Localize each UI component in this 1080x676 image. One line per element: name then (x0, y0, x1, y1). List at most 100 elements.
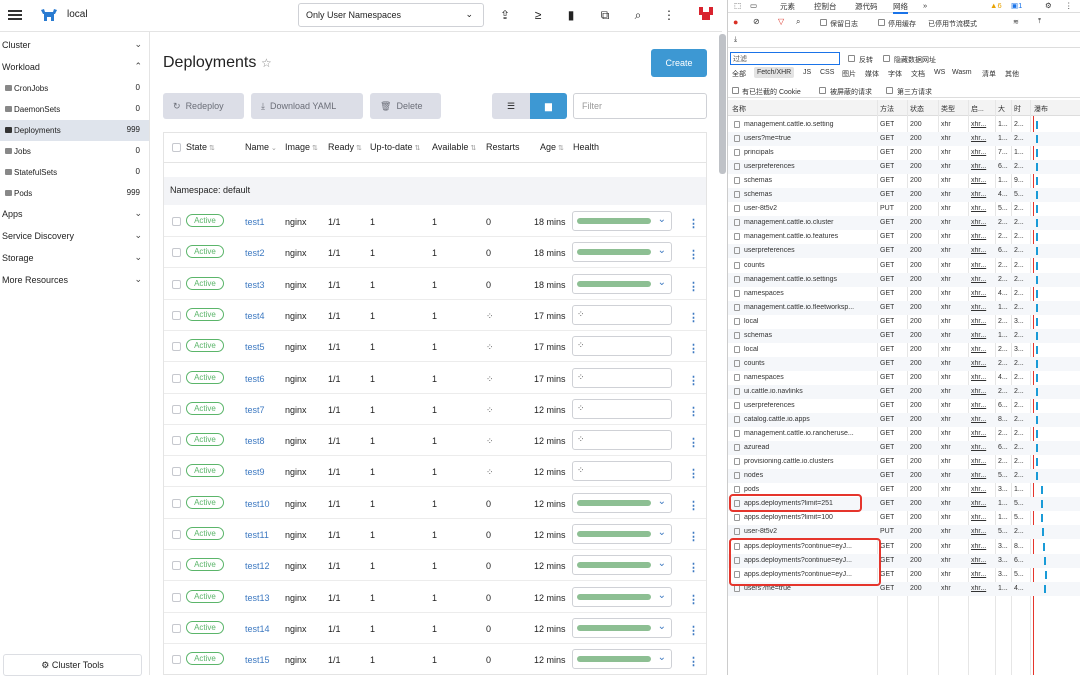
row-actions-icon[interactable]: ⋮ (688, 342, 699, 355)
cell-name[interactable]: test10 (245, 499, 270, 509)
health-indicator[interactable]: ⁘ (572, 304, 672, 325)
cluster-tools-button[interactable]: ⚙ Cluster Tools (3, 654, 142, 676)
third-party-checkbox[interactable] (886, 87, 893, 94)
column-available[interactable]: Available ⇅ (432, 142, 476, 152)
disable-cache-checkbox[interactable] (878, 19, 885, 26)
request-initiator[interactable]: xhr... (971, 543, 993, 550)
tab-sources[interactable]: 源代码 (855, 1, 878, 12)
sidebar-item-daemonsets[interactable]: DaemonSets 0 (0, 99, 149, 120)
network-request-row[interactable]: management.cattle.io.fleetworksp... GET 20… (728, 300, 1080, 315)
network-request-row[interactable]: schemas GET 200 xhr xhr... 1... 9... (728, 174, 1080, 188)
network-request-row[interactable]: namespaces GET 200 xhr xhr... 4... 2... (728, 371, 1080, 385)
cell-name[interactable]: test4 (245, 311, 265, 321)
column-initiator[interactable]: 启... (971, 104, 984, 114)
network-request-row[interactable]: schemas GET 200 xhr xhr... 1... 2... (728, 328, 1080, 343)
network-request-row[interactable]: management.cattle.io.features GET 200 xhr xh… (728, 230, 1080, 244)
cell-name[interactable]: test2 (245, 248, 265, 258)
network-request-row[interactable]: userpreferences GET 200 xhr xhr... 6... 2... (728, 399, 1080, 413)
request-initiator[interactable]: xhr... (971, 585, 993, 592)
gear-icon[interactable]: ⚙ (1045, 1, 1052, 10)
cell-name[interactable]: test3 (245, 280, 265, 290)
sidebar-group-storage[interactable]: Storage ⌄ (0, 247, 149, 269)
file-icon[interactable]: ▮ (563, 7, 579, 23)
type-font[interactable]: 字体 (888, 69, 902, 79)
upload-icon[interactable]: ⇪ (497, 7, 513, 23)
blocked-requests-checkbox[interactable] (819, 87, 826, 94)
row-checkbox[interactable] (172, 404, 181, 414)
request-initiator[interactable]: xhr... (971, 205, 993, 212)
row-actions-icon[interactable]: ⋮ (688, 311, 699, 324)
brand-logo-icon[interactable] (697, 4, 715, 22)
row-actions-icon[interactable]: ⋮ (688, 561, 699, 574)
health-indicator[interactable]: ⌄ (572, 617, 672, 638)
type-media[interactable]: 媒体 (865, 69, 879, 79)
row-checkbox[interactable] (172, 310, 181, 320)
cell-name[interactable]: test8 (245, 436, 265, 446)
column-image[interactable]: Image ⇅ (285, 142, 318, 152)
sidebar-item-cronjobs[interactable]: CronJobs 0 (0, 78, 149, 99)
tab-console[interactable]: 控制台 (814, 1, 837, 12)
cell-name[interactable]: test15 (245, 655, 270, 665)
inspect-icon[interactable]: ⬚ (734, 1, 741, 10)
request-initiator[interactable]: xhr... (971, 346, 993, 353)
request-initiator[interactable]: xhr... (971, 219, 993, 226)
cell-name[interactable]: test13 (245, 593, 270, 603)
request-initiator[interactable]: xhr... (971, 163, 993, 170)
preserve-log-checkbox[interactable] (820, 19, 827, 26)
cell-name[interactable]: test6 (245, 374, 265, 384)
download-yaml-button[interactable]: ⤓ Download YAML (251, 93, 363, 119)
row-checkbox[interactable] (172, 248, 181, 258)
type-doc[interactable]: 文档 (911, 69, 925, 79)
request-initiator[interactable]: xhr... (971, 149, 993, 156)
health-indicator[interactable]: ⌄ (572, 555, 672, 576)
health-indicator[interactable]: ⌄ (572, 273, 672, 294)
export-icon[interactable]: ⤓ (734, 36, 737, 44)
type-all[interactable]: 全部 (732, 69, 746, 79)
sidebar-item-pods[interactable]: Pods 999 (0, 183, 149, 204)
clear-icon[interactable]: ⊘ (753, 17, 760, 26)
row-actions-icon[interactable]: ⋮ (688, 655, 699, 668)
sidebar-group-more-resources[interactable]: More Resources ⌄ (0, 269, 149, 291)
row-actions-icon[interactable]: ⋮ (688, 374, 699, 387)
network-request-row[interactable]: user-8t5v2 PUT 200 xhr xhr... 5... 2... (728, 202, 1080, 216)
network-request-row[interactable]: management.cattle.io.rancheruse... GET 200… (728, 427, 1080, 441)
request-initiator[interactable]: xhr... (971, 262, 993, 269)
request-initiator[interactable]: xhr... (971, 360, 993, 367)
cell-name[interactable]: test5 (245, 342, 265, 352)
network-request-row[interactable]: management.cattle.io.cluster GET 200 xhr xhr… (728, 216, 1080, 231)
column-waterfall[interactable]: 瀑布 (1034, 104, 1048, 114)
network-request-row[interactable]: counts GET 200 xhr xhr... 2... 2... (728, 356, 1080, 371)
row-checkbox[interactable] (172, 530, 181, 539)
row-actions-icon[interactable]: ⋮ (688, 530, 699, 543)
more-vertical-icon[interactable]: ⋮ (1065, 1, 1073, 10)
health-indicator[interactable]: ⌄ (572, 211, 672, 231)
row-checkbox[interactable] (172, 217, 181, 226)
network-request-row[interactable]: userpreferences GET 200 xhr xhr... 6... 2... (728, 160, 1080, 175)
column-age[interactable]: Age ⇅ (540, 142, 564, 152)
network-request-row[interactable]: management.cattle.io.setting GET 200 xhr xhr… (728, 118, 1080, 132)
row-actions-icon[interactable]: ⋮ (688, 499, 699, 512)
hamburger-menu-icon[interactable] (8, 8, 22, 22)
sidebar-group-apps[interactable]: Apps ⌄ (0, 203, 149, 225)
health-indicator[interactable]: ⁘ (572, 461, 672, 482)
cell-name[interactable]: test9 (245, 467, 265, 477)
row-checkbox[interactable] (172, 655, 181, 665)
blocked-cookies-checkbox[interactable] (732, 87, 739, 94)
row-actions-icon[interactable]: ⋮ (688, 280, 699, 293)
network-request-row[interactable]: userpreferences GET 200 xhr xhr... 6... 2... (728, 244, 1080, 259)
request-initiator[interactable]: xhr... (971, 430, 993, 437)
type-js[interactable]: JS (803, 69, 811, 76)
column-method[interactable]: 方法 (880, 104, 894, 114)
request-initiator[interactable]: xhr... (971, 121, 993, 128)
cell-name[interactable]: test11 (245, 530, 269, 540)
network-request-row[interactable]: principals GET 200 xhr xhr... 7... 1... (728, 146, 1080, 160)
request-initiator[interactable]: xhr... (971, 290, 993, 297)
request-initiator[interactable]: xhr... (971, 374, 993, 381)
group-by-namespace-icon[interactable]: ▆ (530, 93, 567, 119)
warning-badge[interactable]: ▲6 (990, 1, 1002, 10)
request-initiator[interactable]: xhr... (971, 514, 993, 521)
request-initiator[interactable]: xhr... (971, 528, 993, 535)
delete-button[interactable]: 🗑 Delete (370, 93, 441, 119)
row-actions-icon[interactable]: ⋮ (688, 436, 699, 449)
cell-name[interactable]: test12 (245, 561, 270, 571)
